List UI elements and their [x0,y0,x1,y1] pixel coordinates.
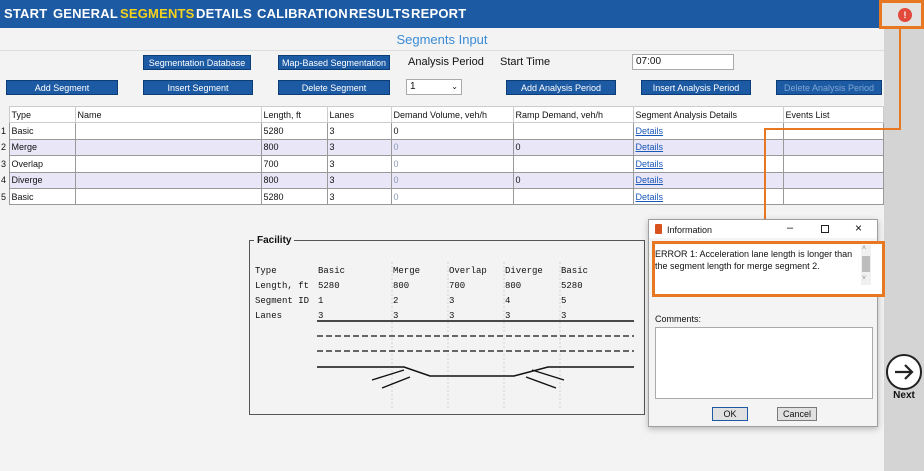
col-header-ramp-demand: Ramp Demand, veh/h [512,105,634,124]
app-icon [655,224,662,234]
cell-ramp[interactable]: 0 [512,171,634,189]
cell-length[interactable]: 800 [260,138,328,157]
facility-title: Facility [254,235,295,246]
add-analysis-period-button[interactable]: Add Analysis Period [506,80,616,95]
cell-lanes[interactable]: 3 [326,155,392,173]
cell-ramp[interactable] [512,155,634,173]
alert-highlight[interactable]: ! [879,0,924,29]
information-dialog: Information – × ERROR 1: Acceleration la… [648,219,885,427]
nav-details[interactable]: DETAILS [196,6,252,21]
row-header-corner [0,106,9,123]
alert-icon[interactable]: ! [898,8,912,22]
table-row: 2 Merge 800 3 0 0 Details [0,138,884,157]
chevron-down-icon: ⌄ [451,82,458,91]
callout-connector [760,28,901,242]
error-message: ERROR 1: Acceleration lane length is lon… [655,249,853,271]
col-header-length: Length, ft [260,105,328,124]
page-title: Segments Input [0,29,884,51]
cell-length[interactable]: 800 [260,171,328,189]
cell-length[interactable]: 5280 [260,187,328,206]
cell-demand[interactable]: 0 [390,122,514,140]
cell-type[interactable]: Basic [8,122,76,140]
cell-demand[interactable]: 0 [390,155,514,173]
cell-type[interactable]: Diverge [8,171,76,189]
analysis-period-select[interactable]: 1 ⌄ [406,79,462,95]
add-segment-button[interactable]: Add Segment [6,80,118,95]
cell-name[interactable] [74,187,262,206]
ok-button[interactable]: OK [712,407,748,421]
cell-lanes[interactable]: 3 [326,171,392,189]
nav-report[interactable]: REPORT [411,6,466,21]
delete-segment-button[interactable]: Delete Segment [278,80,390,95]
cell-length[interactable]: 5280 [260,122,328,140]
cell-type[interactable]: Basic [8,187,76,206]
analysis-period-label: Analysis Period [408,56,484,68]
table-row: 3 Overlap 700 3 0 Details [0,155,884,173]
cell-demand[interactable]: 0 [390,171,514,189]
maximize-icon[interactable] [821,225,829,233]
start-time-input[interactable]: 07:00 [632,54,734,70]
facility-lane-diagram [317,262,634,408]
scroll-thumb[interactable] [862,256,870,272]
table-row: 1 Basic 5280 3 0 Details [0,122,884,140]
nav-start[interactable]: START [4,6,47,21]
next-label[interactable]: Next [888,390,920,401]
close-icon[interactable]: × [855,221,862,235]
cell-name[interactable] [74,155,262,173]
cell-ramp[interactable]: 0 [512,138,634,157]
col-header-name: Name [74,105,262,124]
cell-demand[interactable]: 0 [390,138,514,157]
segmentation-database-button[interactable]: Segmentation Database [143,55,251,70]
cancel-button[interactable]: Cancel [777,407,817,421]
nav-general[interactable]: GENERAL [53,6,118,21]
arrow-right-icon [895,364,914,380]
cell-type[interactable]: Overlap [8,155,76,173]
nav-segments[interactable]: SEGMENTS [120,6,195,21]
cell-ramp[interactable] [512,122,634,140]
next-button[interactable] [886,354,922,390]
nav-calibration[interactable]: CALIBRATION [257,6,348,21]
insert-analysis-period-button[interactable]: Insert Analysis Period [641,80,751,95]
scroll-down-icon[interactable]: ˅ [862,275,866,282]
row-number: 5 [0,188,9,205]
cell-name[interactable] [74,171,262,189]
nav-results[interactable]: RESULTS [349,6,410,21]
dialog-titlebar: Information – × [649,220,877,238]
table-row: 5 Basic 5280 3 0 Details [0,187,884,206]
cell-type[interactable]: Merge [8,138,76,157]
top-navigation: START GENERAL SEGMENTS DETAILS CALIBRATI… [0,0,924,28]
insert-segment-button[interactable]: Insert Segment [143,80,253,95]
row-number: 2 [0,139,9,156]
segments-table: Type Name Length, ft Lanes Demand Volume… [0,105,884,206]
row-number: 4 [0,172,9,189]
analysis-period-value: 1 [410,81,416,92]
cell-name[interactable] [74,122,262,140]
error-scrollbar[interactable]: ˄ ˅ [861,245,871,285]
table-row: 4 Diverge 800 3 0 0 Details [0,171,884,189]
cell-lanes[interactable]: 3 [326,187,392,206]
cell-length[interactable]: 700 [260,155,328,173]
cell-demand[interactable]: 0 [390,187,514,206]
col-header-demand: Demand Volume, veh/h [390,105,514,124]
minimize-icon[interactable]: – [787,222,793,234]
scroll-up-icon[interactable]: ˄ [862,245,866,252]
cell-ramp[interactable] [512,187,634,206]
row-number: 3 [0,155,9,173]
comments-label: Comments: [655,314,702,324]
comments-input[interactable] [655,327,873,399]
col-header-type: Type [8,105,76,124]
row-number: 1 [0,122,9,140]
dialog-title: Information [667,225,713,235]
cell-lanes[interactable]: 3 [326,122,392,140]
start-time-label: Start Time [500,56,551,68]
map-based-segmentation-button[interactable]: Map-Based Segmentation [278,55,390,70]
col-header-lanes: Lanes [326,105,392,124]
cell-name[interactable] [74,138,262,157]
cell-lanes[interactable]: 3 [326,138,392,157]
